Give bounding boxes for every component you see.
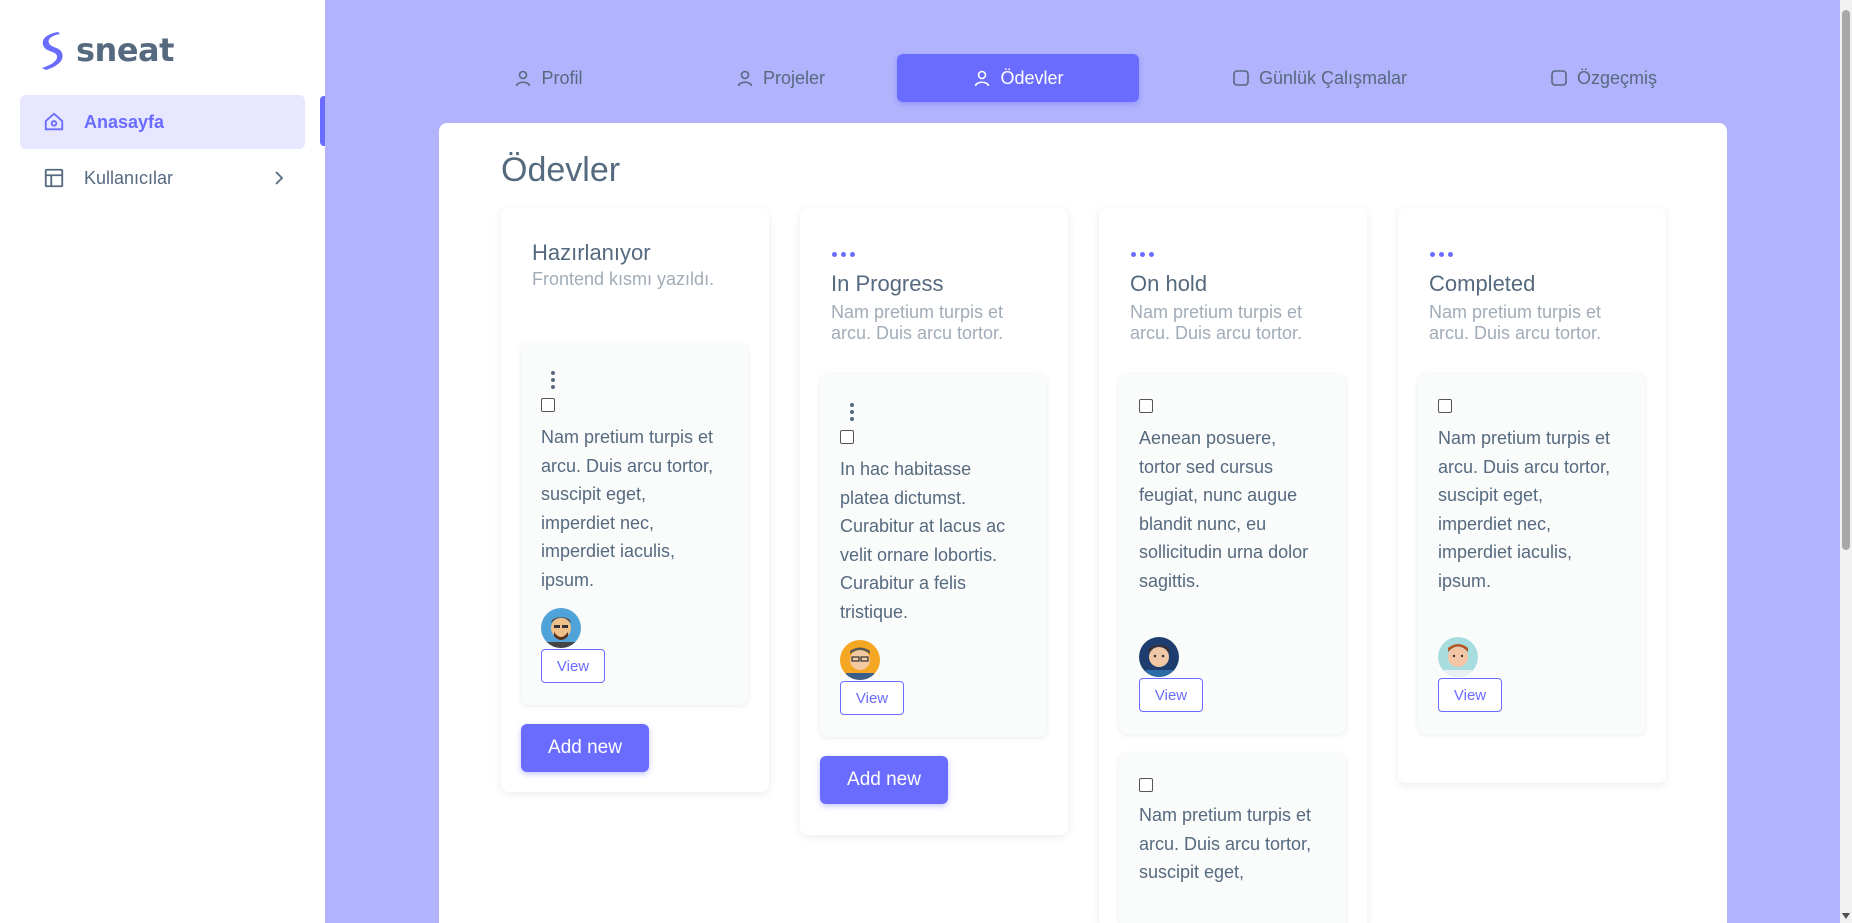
more-horizontal-icon[interactable] — [1430, 252, 1453, 257]
task-text: Nam pretium turpis et arcu. Duis arcu to… — [1438, 428, 1611, 591]
kanban-column: On hold Nam pretium turpis et arcu. Duis… — [1099, 208, 1367, 923]
task-card[interactable]: Nam pretium turpis et arcu. Duis arcu to… — [1418, 374, 1645, 734]
tab-label: Profil — [541, 67, 583, 88]
task-checkbox[interactable] — [1139, 778, 1153, 792]
avatar — [840, 640, 880, 680]
more-horizontal-icon[interactable] — [1131, 252, 1154, 257]
column-subtitle: Nam pretium turpis et arcu. Duis arcu to… — [1130, 302, 1303, 343]
more-horizontal-icon[interactable] — [832, 252, 855, 257]
tab-gunluk-calismalar[interactable]: Günlük Çalışmalar — [1208, 54, 1430, 102]
task-card[interactable]: Nam pretium turpis et arcu. Duis arcu to… — [521, 343, 748, 705]
chevron-right-icon — [275, 171, 284, 185]
tab-label: Özgeçmiş — [1576, 67, 1657, 88]
scrollbar-thumb[interactable] — [1842, 10, 1850, 550]
sidebar-item-kullanicilar[interactable]: Kullanıcılar — [20, 151, 305, 205]
add-new-button[interactable]: Add new — [820, 756, 948, 804]
logo[interactable]: sneat — [38, 30, 174, 70]
sidebar-item-label: Kullanıcılar — [84, 167, 174, 188]
home-icon — [42, 110, 66, 134]
tab-ozgecmis[interactable]: Özgeçmiş — [1542, 54, 1664, 102]
tab-label: Günlük Çalışmalar — [1258, 67, 1408, 88]
sidebar: sneat Anasayfa Kullanıcılar — [0, 0, 325, 923]
view-button[interactable]: View — [1139, 678, 1203, 712]
tab-label: Ödevler — [1000, 67, 1064, 88]
scrollbar[interactable] — [1840, 0, 1852, 923]
sidebar-item-label: Anasayfa — [84, 111, 165, 132]
task-card[interactable]: In hac habitasse platea dictumst. Curabi… — [820, 374, 1047, 737]
sneat-logo-icon — [42, 32, 63, 70]
column-title: Completed — [1429, 271, 1536, 296]
task-text: In hac habitasse platea dictumst. Curabi… — [840, 459, 1006, 622]
page-title: Ödevler — [501, 151, 621, 189]
view-button[interactable]: View — [1438, 678, 1502, 712]
tab-profil[interactable]: Profil — [498, 54, 598, 102]
square-icon — [1233, 70, 1249, 86]
task-card[interactable]: Nam pretium turpis et arcu. Duis arcu to… — [1119, 753, 1346, 923]
column-title: On hold — [1130, 271, 1208, 296]
add-new-button[interactable]: Add new — [521, 724, 649, 772]
tab-label: Projeler — [762, 67, 826, 88]
column-subtitle: Frontend kısmı yazıldı. — [532, 269, 715, 289]
avatar — [541, 608, 581, 648]
column-title: In Progress — [831, 271, 944, 296]
avatar — [1438, 637, 1478, 677]
user-icon — [516, 70, 531, 87]
column-subtitle: Nam pretium turpis et arcu. Duis arcu to… — [831, 302, 1004, 343]
kanban-panel: Ödevler Hazırlanıyor Frontend kısmı yazı… — [439, 123, 1727, 923]
task-checkbox[interactable] — [1438, 399, 1452, 413]
kanban-column: Completed Nam pretium turpis et arcu. Du… — [1398, 208, 1666, 783]
task-text: Nam pretium turpis et arcu. Duis arcu to… — [541, 427, 714, 590]
column-title: Hazırlanıyor — [532, 240, 651, 265]
task-checkbox[interactable] — [1139, 399, 1153, 413]
more-vertical-icon[interactable] — [550, 371, 556, 389]
task-checkbox[interactable] — [541, 398, 555, 412]
column-subtitle: Nam pretium turpis et arcu. Duis arcu to… — [1429, 302, 1602, 343]
sidebar-item-anasayfa[interactable]: Anasayfa — [20, 95, 305, 149]
user-icon — [737, 70, 753, 87]
layout-icon — [42, 166, 66, 190]
task-text: Aenean posuere, tortor sed cursus feugia… — [1139, 428, 1309, 591]
active-menu-indicator — [320, 96, 325, 146]
task-checkbox[interactable] — [840, 430, 854, 444]
tab-projeler[interactable]: Projeler — [720, 54, 840, 102]
brand-name: sneat — [76, 31, 174, 69]
tab-odevler[interactable]: Ödevler — [897, 54, 1139, 102]
more-vertical-icon[interactable] — [849, 403, 855, 421]
task-card[interactable]: Aenean posuere, tortor sed cursus feugia… — [1119, 374, 1346, 734]
kanban-column: Hazırlanıyor Frontend kısmı yazıldı. Nam… — [501, 208, 769, 792]
user-icon — [975, 70, 990, 87]
kanban-column: In Progress Nam pretium turpis et arcu. … — [800, 208, 1068, 835]
view-button[interactable]: View — [840, 681, 904, 715]
avatar — [1139, 637, 1179, 677]
view-button[interactable]: View — [541, 649, 605, 683]
square-icon — [1551, 70, 1567, 86]
task-text: Nam pretium turpis et arcu. Duis arcu to… — [1139, 805, 1312, 883]
scroll-down-arrow-icon[interactable] — [1842, 913, 1850, 919]
